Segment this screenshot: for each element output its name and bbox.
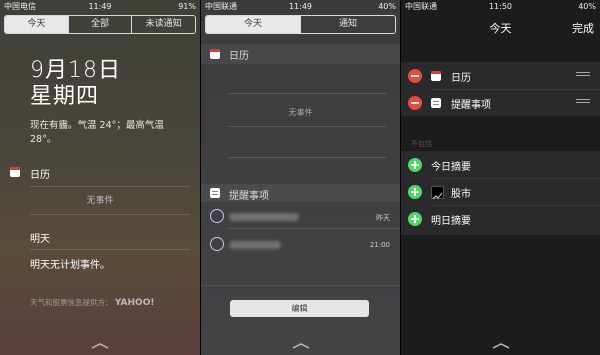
remove-icon[interactable] bbox=[408, 69, 422, 83]
battery-label: 40% bbox=[578, 2, 596, 11]
divider bbox=[30, 186, 190, 187]
tab-unread[interactable]: 未读通知 bbox=[131, 16, 195, 33]
notification-center-panel-2: 中国联通 11:49 40% 今天 通知 日历 无事件 提醒事项 昨天 21:0… bbox=[201, 0, 400, 355]
tab-notifications[interactable]: 通知 bbox=[300, 16, 395, 33]
divider bbox=[229, 93, 386, 94]
add-icon[interactable] bbox=[408, 185, 422, 199]
widget-label: 股市 bbox=[451, 189, 471, 200]
remove-icon[interactable] bbox=[408, 96, 422, 110]
no-events-label: 无事件 bbox=[86, 196, 114, 206]
calendar-icon bbox=[10, 167, 20, 177]
add-icon[interactable] bbox=[408, 158, 422, 172]
divider bbox=[431, 205, 600, 206]
done-button[interactable]: 完成 bbox=[572, 20, 594, 36]
divider bbox=[431, 178, 600, 179]
attribution-text: 天气和股票信息提供方： bbox=[30, 298, 113, 307]
weather-summary-line1: 现在有霾。气温 24°；最高气温 bbox=[30, 120, 164, 131]
battery-label: 40% bbox=[378, 2, 396, 11]
grabber-handle-icon[interactable] bbox=[292, 343, 310, 349]
reminder-due: 昨天 bbox=[376, 214, 390, 222]
tab-all[interactable]: 全部 bbox=[67, 16, 132, 33]
add-icon[interactable] bbox=[408, 212, 422, 226]
status-bar: 中国联通 11:50 40% bbox=[401, 0, 600, 14]
divider bbox=[30, 214, 190, 215]
reminders-icon bbox=[210, 188, 220, 198]
weekday-heading: 星期四 bbox=[30, 84, 100, 109]
widget-label: 今日摘要 bbox=[431, 162, 471, 173]
tab-today[interactable]: 今天 bbox=[206, 16, 300, 33]
divider bbox=[229, 157, 386, 158]
calendar-icon bbox=[431, 71, 441, 81]
notification-center-panel-1: 中国电信 11:49 91% 今天 全部 未读通知 9月18日 星期四 现在有霾… bbox=[0, 0, 200, 355]
reminders-section-title: 提醒事项 bbox=[229, 191, 269, 202]
attribution-footer: 天气和股票信息提供方： YAHOO! bbox=[30, 297, 154, 308]
widget-label: 提醒事项 bbox=[451, 100, 491, 111]
reminder-checkbox[interactable] bbox=[210, 237, 224, 251]
calendar-section-title: 日历 bbox=[229, 51, 249, 62]
widget-label: 明日摘要 bbox=[431, 216, 471, 227]
grabber-handle-icon[interactable] bbox=[492, 343, 510, 349]
tomorrow-title: 明天 bbox=[30, 234, 50, 245]
status-bar: 中国电信 11:49 91% bbox=[0, 0, 200, 14]
reorder-handle-icon[interactable] bbox=[576, 72, 590, 79]
edit-button[interactable]: 编辑 bbox=[230, 300, 369, 317]
divider bbox=[201, 285, 400, 286]
calendar-icon bbox=[210, 49, 220, 59]
divider bbox=[431, 89, 600, 90]
no-events-label: 无事件 bbox=[288, 108, 313, 117]
divider bbox=[229, 228, 400, 229]
page-title: 今天 bbox=[489, 22, 512, 35]
grabber-handle-icon[interactable] bbox=[91, 343, 109, 349]
divider bbox=[30, 249, 190, 250]
status-time: 11:49 bbox=[88, 2, 112, 11]
tomorrow-summary: 明天无计划事件。 bbox=[30, 260, 110, 271]
widget-label: 日历 bbox=[451, 73, 471, 84]
screenshot-collage: 中国电信 11:49 91% 今天 全部 未读通知 9月18日 星期四 现在有霾… bbox=[0, 0, 600, 355]
divider bbox=[229, 126, 386, 127]
weather-summary-line2: 28°。 bbox=[30, 134, 57, 145]
reminder-checkbox[interactable] bbox=[210, 209, 224, 223]
status-time: 11:50 bbox=[488, 2, 513, 11]
reminder-title-blurred bbox=[229, 213, 299, 221]
calendar-section-title: 日历 bbox=[30, 170, 50, 181]
not-included-header: 不包括 bbox=[411, 140, 432, 148]
battery-label: 91% bbox=[178, 2, 196, 11]
edit-widgets-panel: 中国联通 11:50 40% 今天 完成 日历 提醒事项 不包括 今日摘要 股市… bbox=[401, 0, 600, 355]
status-bar: 中国联通 11:49 40% bbox=[201, 0, 400, 14]
tab-segmented-control: 今天 通知 bbox=[205, 15, 396, 34]
reorder-handle-icon[interactable] bbox=[576, 99, 590, 106]
status-time: 11:49 bbox=[288, 2, 313, 11]
stocks-icon bbox=[431, 186, 444, 200]
yahoo-logo: YAHOO! bbox=[114, 298, 155, 308]
tab-today[interactable]: 今天 bbox=[5, 16, 68, 33]
reminder-due: 21:00 bbox=[369, 241, 390, 249]
reminder-title-blurred bbox=[229, 241, 281, 249]
tab-segmented-control: 今天 全部 未读通知 bbox=[4, 15, 196, 34]
reminders-icon bbox=[431, 98, 441, 108]
